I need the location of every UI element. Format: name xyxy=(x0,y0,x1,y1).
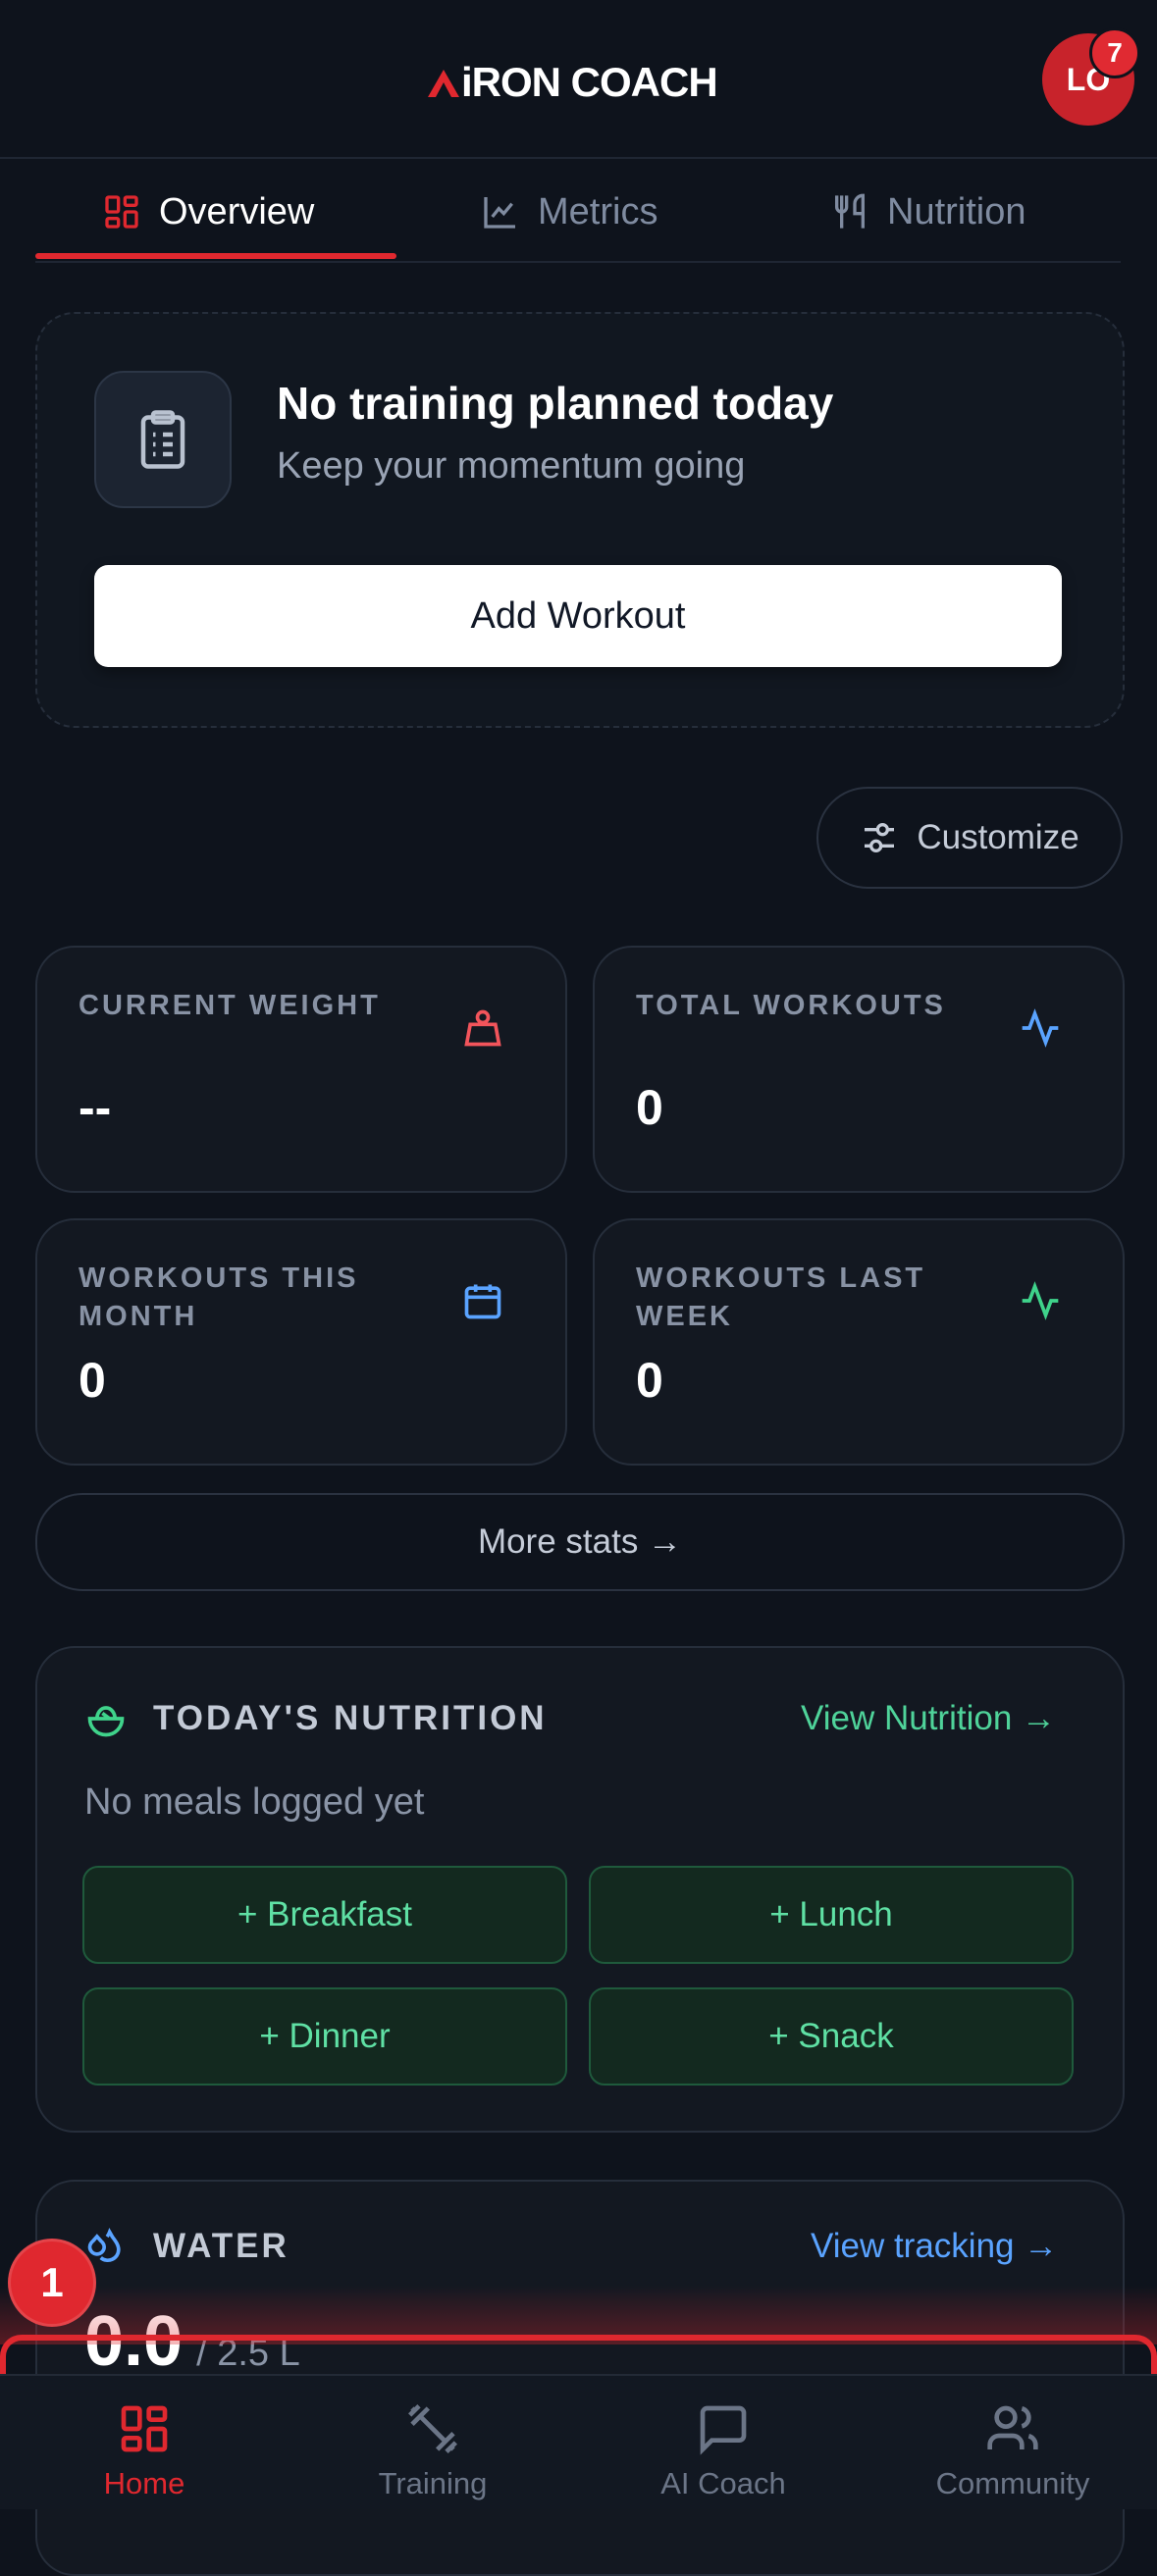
nav-label: Community xyxy=(935,2466,1090,2500)
clipboard-icon-wrap xyxy=(94,371,232,508)
nav-ai-coach[interactable]: AI Coach xyxy=(579,2376,868,2509)
more-stats-label: More stats → xyxy=(477,1522,683,1561)
sliders-icon xyxy=(865,823,895,852)
add-snack-button[interactable]: + Snack xyxy=(589,1987,1074,2086)
tab-label: Nutrition xyxy=(887,190,1026,232)
training-subtitle: Keep your momentum going xyxy=(277,445,746,487)
tab-label: Overview xyxy=(159,190,315,232)
tab-bar: Overview Metrics Nutrition xyxy=(35,163,1121,263)
customize-label: Customize xyxy=(917,818,1079,856)
utensils-icon xyxy=(835,193,865,229)
water-title: WATER xyxy=(153,2227,289,2265)
users-icon xyxy=(987,2405,1038,2449)
stat-label: TOTAL WORKOUTS xyxy=(636,990,946,1021)
line-chart-icon xyxy=(484,197,515,229)
tab-label: Metrics xyxy=(538,190,658,232)
active-tab-indicator xyxy=(35,253,396,259)
notification-count: 7 xyxy=(1107,37,1123,68)
activity-icon xyxy=(1022,1008,1059,1048)
stat-label: CURRENT WEIGHT xyxy=(79,990,381,1021)
nav-label: Home xyxy=(103,2466,185,2500)
nutrition-title: TODAY'S NUTRITION xyxy=(153,1699,548,1737)
stat-card-workouts-last-week[interactable]: WORKOUTS LAST WEEK 0 xyxy=(593,1218,1125,1466)
view-nutrition-link[interactable]: View Nutrition → xyxy=(801,1699,1056,1738)
stat-value: -- xyxy=(79,1080,112,1135)
nav-training[interactable]: Training xyxy=(289,2376,577,2509)
stat-card-current-weight[interactable]: CURRENT WEIGHT -- xyxy=(35,946,567,1193)
stat-label: WORKOUTS LAST WEEK xyxy=(636,1262,926,1332)
annotation-number: 1 xyxy=(40,2259,64,2305)
stat-label: WORKOUTS THIS MONTH xyxy=(79,1262,359,1332)
add-workout-label: Add Workout xyxy=(470,594,686,637)
more-stats-button[interactable]: More stats → xyxy=(35,1493,1125,1591)
nav-community[interactable]: Community xyxy=(868,2376,1157,2509)
notification-badge[interactable]: 7 xyxy=(1089,27,1140,78)
activity-icon xyxy=(1022,1281,1059,1320)
clipboard-icon xyxy=(140,410,185,469)
stat-value: 0 xyxy=(636,1080,663,1135)
add-dinner-button[interactable]: + Dinner xyxy=(82,1987,567,2086)
logo-mark-icon xyxy=(428,70,459,97)
app-logo[interactable]: iRON COACH xyxy=(426,59,718,106)
training-title: No training planned today xyxy=(277,378,834,429)
meal-label: + Breakfast xyxy=(237,1895,412,1933)
add-breakfast-button[interactable]: + Breakfast xyxy=(82,1866,567,1964)
dumbbell-icon xyxy=(408,2404,457,2453)
nav-home[interactable]: Home xyxy=(0,2376,289,2509)
grid-icon xyxy=(105,195,138,229)
salad-icon xyxy=(87,1706,125,1737)
annotation-marker: 1 xyxy=(8,2239,96,2327)
customize-button[interactable]: Customize xyxy=(816,787,1123,889)
bottom-nav: Home Training AI Coach Community xyxy=(0,2374,1157,2509)
stat-card-workouts-this-month[interactable]: WORKOUTS THIS MONTH 0 xyxy=(35,1218,567,1466)
weight-icon xyxy=(464,1009,501,1047)
nutrition-empty-text: No meals logged yet xyxy=(84,1781,425,1823)
meal-label: + Lunch xyxy=(769,1895,893,1933)
stat-card-total-workouts[interactable]: TOTAL WORKOUTS 0 xyxy=(593,946,1125,1193)
tab-overview[interactable]: Overview xyxy=(102,163,314,261)
logo-text: iRON COACH xyxy=(461,59,718,105)
meal-label: + Dinner xyxy=(259,2017,391,2055)
app-header: iRON COACH LO 7 xyxy=(0,0,1157,159)
chat-icon xyxy=(700,2405,747,2455)
calendar-icon xyxy=(464,1284,501,1319)
add-workout-button[interactable]: Add Workout xyxy=(94,565,1062,667)
home-grid-icon xyxy=(121,2405,168,2452)
tab-metrics[interactable]: Metrics xyxy=(481,163,657,261)
stat-value: 0 xyxy=(79,1353,106,1408)
meal-label: + Snack xyxy=(768,2017,894,2055)
nav-label: AI Coach xyxy=(660,2466,786,2500)
stat-value: 0 xyxy=(636,1353,663,1408)
add-lunch-button[interactable]: + Lunch xyxy=(589,1866,1074,1964)
nav-label: Training xyxy=(378,2466,488,2500)
tab-nutrition[interactable]: Nutrition xyxy=(830,163,1026,261)
view-tracking-link[interactable]: View tracking → xyxy=(811,2227,1058,2266)
